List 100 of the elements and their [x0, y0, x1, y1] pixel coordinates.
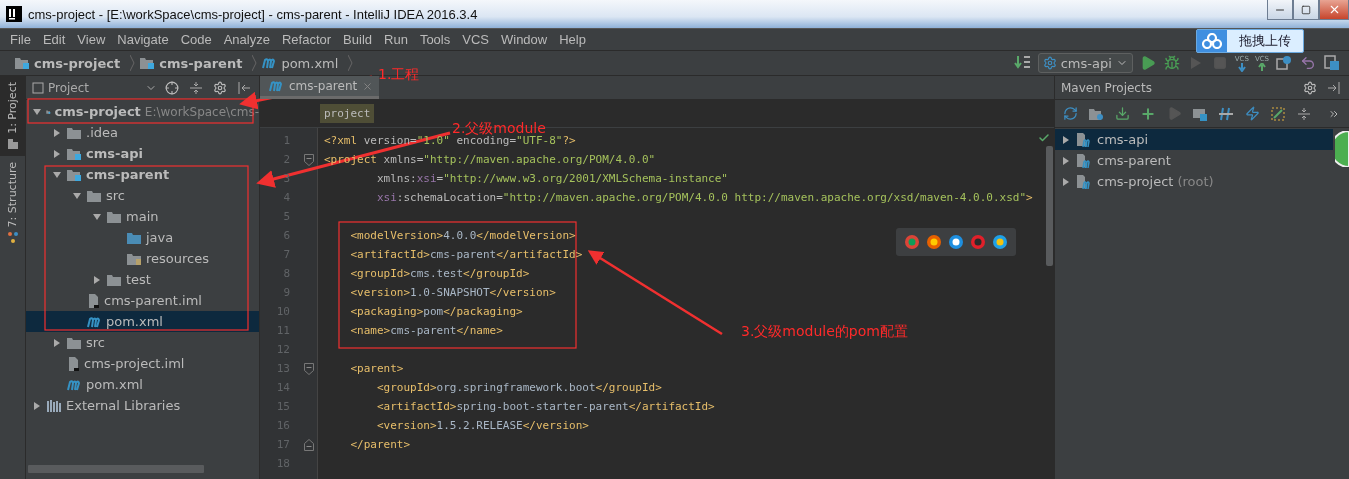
menu-item[interactable]: Tools [413, 32, 457, 47]
floating-widget-icon[interactable] [1335, 131, 1349, 167]
menu-item[interactable]: Analyze [217, 32, 276, 47]
tree-item[interactable]: cms-parent [26, 164, 259, 185]
menu-item[interactable]: Navigate [111, 32, 175, 47]
code-line: <groupId>cms.test</groupId> [349, 266, 530, 282]
menu-item[interactable]: Window [494, 32, 554, 47]
tree-item[interactable]: resources [26, 248, 259, 269]
tree-item[interactable]: cms-project (root) [1055, 171, 1333, 192]
menu-item[interactable]: Refactor [275, 32, 338, 47]
breadcrumb[interactable]: cms-project [14, 55, 131, 71]
tree-item[interactable]: pom.xml [26, 311, 259, 332]
side-tab[interactable]: 1: Project [0, 76, 25, 156]
menu-item[interactable]: Run [378, 32, 414, 47]
breadcrumb[interactable]: cms-parent [139, 55, 253, 71]
tree-item[interactable]: cms-parent [1055, 150, 1333, 171]
tree-item[interactable]: src [26, 185, 259, 206]
scrollbar[interactable] [1045, 146, 1053, 266]
project-structure-button[interactable] [1323, 53, 1341, 73]
tree-item[interactable]: test [26, 269, 259, 290]
code-line: <modelVersion>4.0.0</modelVersion> [349, 228, 576, 244]
code-line: <artifactId>spring-boot-starter-parent</artifactId> [375, 399, 715, 415]
collapse-arrow-icon[interactable] [52, 169, 62, 180]
code-line: <groupId>org.springframework.boot</groupId> [375, 380, 662, 396]
run-configuration-dropdown[interactable]: cms-api [1037, 53, 1133, 73]
maven-file-icon [261, 56, 278, 70]
arrow-icon [1256, 62, 1267, 72]
maximize-button[interactable] [1293, 0, 1319, 20]
upload-button[interactable]: 拖拽上传 [1196, 29, 1304, 53]
expand-arrow-icon[interactable] [32, 400, 42, 411]
maximize-icon [1301, 4, 1311, 15]
tree-item[interactable]: src [26, 332, 259, 353]
breadcrumb[interactable]: pom.xml [261, 55, 349, 71]
browser-icon[interactable] [948, 234, 964, 250]
window-title: cms-project - [E:\workSpace\cms-project] - cms-parent - IntelliJ IDEA 2016.3.4 [28, 6, 478, 22]
expand-arrow-icon[interactable] [1061, 176, 1071, 187]
tree-item[interactable]: cms-api [26, 143, 259, 164]
code-line: xmlns:xsi="http://www.w3.org/2001/XMLSchema-instance" [375, 171, 728, 187]
browser-icon[interactable] [992, 234, 1008, 250]
folder-icon [106, 272, 122, 287]
code-line: <?xml version="1.0" encoding="UTF-8"?> [324, 134, 576, 149]
menu-item[interactable]: VCS [456, 32, 495, 47]
tree-item[interactable]: main [26, 206, 259, 227]
check-icon [1038, 132, 1050, 144]
folder-icon [106, 209, 122, 224]
folder-icon [66, 335, 82, 350]
annotation-label: 1.工程 [378, 66, 420, 84]
collapse-arrow-icon[interactable] [32, 106, 42, 117]
folder-icon [126, 230, 142, 245]
maven-module-icon [1075, 173, 1093, 190]
code-line: <parent> [349, 361, 404, 377]
module-folder-icon [139, 56, 156, 70]
menu-item[interactable]: Edit [36, 32, 72, 47]
fold-marker-icon[interactable] [304, 153, 314, 166]
menu-item[interactable]: File [4, 32, 37, 47]
expand-arrow-icon[interactable] [1061, 155, 1071, 166]
fold-marker-icon[interactable] [304, 362, 314, 375]
expand-arrow-icon[interactable] [52, 127, 62, 138]
menu-item[interactable]: Build [337, 32, 378, 47]
history-button[interactable] [1275, 53, 1293, 73]
code-line: <version>1.0-SNAPSHOT</version> [349, 285, 556, 301]
cloud-icon [1202, 33, 1222, 49]
expand-arrow-icon[interactable] [52, 337, 62, 348]
view-dropdown[interactable]: Project [32, 80, 157, 95]
expand-arrow-icon[interactable] [92, 274, 102, 285]
close-button[interactable] [1319, 0, 1349, 20]
menu-item[interactable]: View [71, 32, 112, 47]
code-line: </parent> [349, 437, 411, 453]
panel-title: Maven Projects [1061, 80, 1153, 95]
root-hint: (root) [1177, 174, 1214, 189]
tree-item[interactable]: External Libraries [26, 395, 259, 416]
tree-item[interactable]: cms-parent.iml [26, 290, 259, 311]
expand-arrow-icon[interactable] [1061, 134, 1071, 145]
arrow-icon [1236, 62, 1247, 72]
code-line: <packaging>pom</packaging> [349, 304, 523, 320]
expand-arrow-icon[interactable] [52, 148, 62, 159]
side-tab[interactable]: 7: Structure [0, 155, 25, 250]
chevron-icon [252, 55, 258, 71]
module-folder-icon [66, 146, 82, 161]
folder-icon [66, 125, 82, 140]
fold-marker-icon[interactable] [304, 438, 314, 451]
chevron-icon [130, 55, 136, 71]
browser-icon[interactable] [926, 234, 942, 250]
tree-item[interactable]: .idea [26, 122, 259, 143]
app-icon [6, 6, 22, 22]
collapse-arrow-icon[interactable] [72, 190, 82, 201]
chevron-icon [348, 55, 354, 71]
collapse-arrow-icon[interactable] [92, 211, 102, 222]
tree-item[interactable]: cms-project.iml [26, 353, 259, 374]
menu-item[interactable]: Code [174, 32, 218, 47]
tree-item[interactable]: java [26, 227, 259, 248]
tree-item[interactable]: pom.xml [26, 374, 259, 395]
tree-item[interactable]: cms-api [1055, 129, 1333, 150]
structure-icon [6, 231, 19, 244]
minimize-button[interactable] [1267, 0, 1293, 20]
scrollbar[interactable] [28, 465, 204, 473]
menu-item[interactable]: Help [553, 32, 592, 47]
window-icon [32, 81, 44, 94]
resources-folder-icon [126, 251, 142, 266]
maven-file-icon [66, 377, 82, 392]
